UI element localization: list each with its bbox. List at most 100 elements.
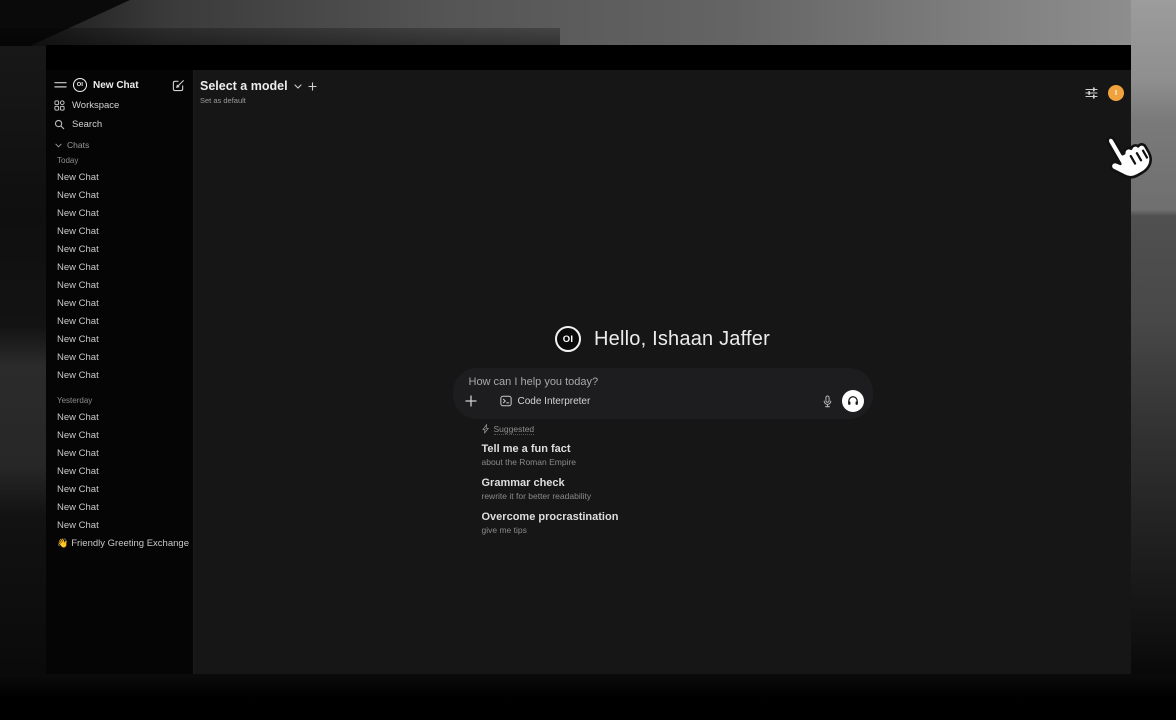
- chat-list-today: New Chat New Chat New Chat: [46, 168, 193, 384]
- add-model-icon[interactable]: [308, 82, 317, 91]
- hamburger-icon: [54, 80, 67, 90]
- code-interpreter-icon: [500, 395, 512, 407]
- suggestion-subtitle: rewrite it for better readability: [482, 491, 873, 502]
- backdrop-top-shade: [0, 28, 560, 46]
- suggestion-title: Tell me a fun fact: [482, 443, 873, 456]
- bolt-icon: [482, 424, 490, 434]
- headphones-icon: [846, 394, 860, 408]
- sidebar-item-workspace[interactable]: Workspace: [46, 98, 193, 112]
- attach-button[interactable]: [465, 395, 477, 407]
- chat-item-label: New Chat: [57, 352, 99, 363]
- chevron-down-icon: [55, 143, 62, 148]
- chat-item-label: New Chat: [57, 280, 99, 291]
- chat-item-label: Friendly Greeting Exchange: [71, 538, 189, 549]
- sidebar-new-chat-title[interactable]: New Chat: [93, 80, 166, 91]
- suggestion-title: Grammar check: [482, 477, 873, 490]
- user-avatar[interactable]: I: [1108, 85, 1124, 101]
- chat-list-item[interactable]: New Chat: [46, 426, 193, 444]
- chat-item-label: New Chat: [57, 334, 99, 345]
- greeting-text: Hello, Ishaan Jaffer: [594, 328, 770, 351]
- chat-item-label: New Chat: [57, 448, 99, 459]
- chat-item-label: New Chat: [57, 520, 99, 531]
- search-icon: [54, 119, 65, 130]
- sidebar-toggle-button[interactable]: [54, 80, 67, 90]
- chat-item-label: New Chat: [57, 412, 99, 423]
- chat-list-item[interactable]: New Chat: [46, 276, 193, 294]
- chat-list-item[interactable]: New Chat: [46, 168, 193, 186]
- sidebar-item-search[interactable]: Search: [46, 117, 193, 131]
- app-logo-icon: OI: [73, 78, 87, 92]
- voice-mode-button[interactable]: [842, 390, 864, 412]
- model-selector[interactable]: Select a model Set as default: [200, 79, 317, 105]
- dictate-button[interactable]: [822, 395, 833, 408]
- backdrop-left: [0, 46, 46, 674]
- suggestion-subtitle: give me tips: [482, 525, 873, 536]
- sliders-icon: [1085, 87, 1098, 99]
- main-header: Select a model Set as default: [194, 70, 1131, 105]
- chat-item-label: New Chat: [57, 466, 99, 477]
- chat-list-item[interactable]: New Chat: [46, 498, 193, 516]
- suggestion-item[interactable]: Grammar check rewrite it for better read…: [482, 477, 873, 502]
- input-toolbar: Code Interpreter: [465, 390, 864, 412]
- backdrop-right: [1131, 0, 1176, 720]
- sidebar-header: OI New Chat: [46, 70, 193, 93]
- chat-list-item[interactable]: New Chat: [46, 480, 193, 498]
- backdrop-bottom: [0, 674, 1176, 720]
- app-logo-icon-large: OI: [555, 326, 581, 352]
- app-window: OI New Chat: [46, 45, 1131, 674]
- chat-item-label: New Chat: [57, 484, 99, 495]
- chat-list-item[interactable]: 👋 Friendly Greeting Exchange: [46, 534, 193, 552]
- chat-group-label-yesterday: Yesterday: [46, 396, 193, 405]
- new-chat-button[interactable]: [172, 79, 185, 92]
- chat-item-emoji: 👋: [57, 538, 68, 549]
- workspace-grid-icon: [54, 100, 65, 111]
- chat-item-label: New Chat: [57, 298, 99, 309]
- chat-group-label-today: Today: [46, 156, 193, 165]
- suggested-label: Suggested: [494, 424, 535, 435]
- chat-list-yesterday: New Chat New Chat New Chat: [46, 408, 193, 552]
- chat-item-label: New Chat: [57, 208, 99, 219]
- set-as-default-link[interactable]: Set as default: [200, 96, 317, 105]
- message-input-card[interactable]: Code Interpreter: [453, 368, 873, 419]
- window-titlebar: [46, 45, 1131, 70]
- chat-item-label: New Chat: [57, 244, 99, 255]
- chat-item-label: New Chat: [57, 316, 99, 327]
- suggestion-item[interactable]: Tell me a fun fact about the Roman Empir…: [482, 443, 873, 468]
- video-frame: OI New Chat: [0, 0, 1176, 720]
- chat-item-label: New Chat: [57, 370, 99, 381]
- chat-list-item[interactable]: New Chat: [46, 186, 193, 204]
- chat-list-item[interactable]: New Chat: [46, 204, 193, 222]
- chat-list-item[interactable]: New Chat: [46, 366, 193, 384]
- suggestion-item[interactable]: Overcome procrastination give me tips: [482, 511, 873, 536]
- chat-list-item[interactable]: New Chat: [46, 294, 193, 312]
- greeting-block: OI Hello, Ishaan Jaffer: [194, 326, 1131, 352]
- suggestion-subtitle: about the Roman Empire: [482, 457, 873, 468]
- model-selector-label: Select a model: [200, 79, 288, 93]
- code-interpreter-toggle[interactable]: Code Interpreter: [494, 392, 597, 410]
- chat-list-item[interactable]: New Chat: [46, 462, 193, 480]
- chat-list-item[interactable]: New Chat: [46, 444, 193, 462]
- chats-section-toggle[interactable]: Chats: [46, 140, 193, 150]
- chat-list-item[interactable]: New Chat: [46, 258, 193, 276]
- chat-controls-button[interactable]: [1085, 87, 1098, 99]
- suggestion-title: Overcome procrastination: [482, 511, 873, 524]
- chat-item-label: New Chat: [57, 502, 99, 513]
- chat-list-item[interactable]: New Chat: [46, 240, 193, 258]
- code-interpreter-label: Code Interpreter: [518, 396, 591, 407]
- chat-list-item[interactable]: New Chat: [46, 222, 193, 240]
- chat-list-item[interactable]: New Chat: [46, 408, 193, 426]
- chevron-down-icon: [294, 84, 302, 89]
- chat-list-item[interactable]: New Chat: [46, 516, 193, 534]
- compose-icon: [172, 79, 185, 92]
- microphone-icon: [822, 395, 833, 408]
- suggestion-list: Tell me a fun fact about the Roman Empir…: [482, 443, 873, 536]
- chat-list-item[interactable]: New Chat: [46, 312, 193, 330]
- search-label: Search: [72, 119, 102, 130]
- sidebar: OI New Chat: [46, 70, 194, 674]
- chat-item-label: New Chat: [57, 262, 99, 273]
- suggested-section: Suggested Tell me a fun fact about the R…: [453, 424, 873, 536]
- main-area: Select a model Set as default: [194, 70, 1131, 674]
- chat-list-item[interactable]: New Chat: [46, 348, 193, 366]
- workspace-label: Workspace: [72, 100, 119, 111]
- chat-list-item[interactable]: New Chat: [46, 330, 193, 348]
